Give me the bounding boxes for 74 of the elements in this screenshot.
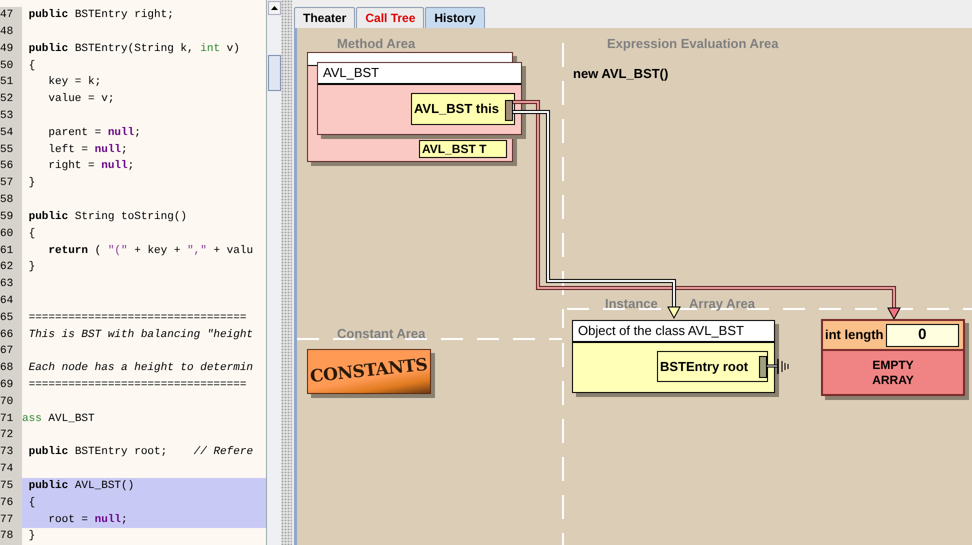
code-line: return ( "(" + key + "," + valu xyxy=(47,244,254,259)
code-line: public String toString() xyxy=(28,210,188,225)
line-number: 58 xyxy=(0,192,22,209)
code-line: Each node has a height to determin xyxy=(28,361,254,376)
code-line: value = v; xyxy=(47,92,116,108)
code-line: ================================= xyxy=(28,310,248,326)
tab[interactable]: History xyxy=(425,7,485,28)
code-line: parent = null; xyxy=(47,126,142,141)
code-line: { xyxy=(28,58,36,74)
line-number: 75 xyxy=(0,478,22,495)
line-number: 71 xyxy=(0,410,22,428)
scrollbar[interactable] xyxy=(266,0,281,545)
scroll-thumb[interactable] xyxy=(268,55,280,91)
line-number: 61 xyxy=(0,242,22,260)
code-line: ass AVL_BST xyxy=(22,412,96,427)
reference-port-icon xyxy=(759,356,767,378)
line-number: 78 xyxy=(0,528,22,545)
reference-port-icon xyxy=(505,100,513,121)
array-note: EMPTY ARRAY xyxy=(871,356,915,388)
line-number: 57 xyxy=(0,175,22,192)
field-box: BSTEntry root xyxy=(657,351,768,382)
line-number: 74 xyxy=(0,460,22,478)
code-line: left = null; xyxy=(47,142,129,158)
area-title: Constant Area xyxy=(337,325,426,343)
line-number: 64 xyxy=(0,292,22,310)
line-number: 67 xyxy=(0,343,22,360)
frame-title: AVL_BST xyxy=(318,63,521,85)
code-line: right = null; xyxy=(47,159,136,174)
area-title: Array Area xyxy=(689,295,756,313)
line-number: 70 xyxy=(0,394,22,410)
line-number: 73 xyxy=(0,444,22,461)
line-number: 66 xyxy=(0,326,22,344)
length-value: 0 xyxy=(886,324,959,346)
line-number: 56 xyxy=(0,158,22,176)
line-number: 68 xyxy=(0,360,22,377)
code-line: public BSTEntry root; // Refere xyxy=(28,445,254,460)
line-number: 60 xyxy=(0,226,22,242)
line-number: 52 xyxy=(0,91,22,108)
code-line: key = k; xyxy=(47,75,102,90)
line-number: 72 xyxy=(0,427,22,444)
line-number: 49 xyxy=(0,40,22,58)
line-number: 48 xyxy=(0,24,22,41)
line-number: 63 xyxy=(0,276,22,293)
line-number: 62 xyxy=(0,259,22,276)
line-number: 69 xyxy=(0,376,22,394)
area-title: Expression Evaluation Area xyxy=(607,35,778,53)
line-number: 76 xyxy=(0,494,22,512)
line-number: 55 xyxy=(0,142,22,158)
area-title: Method Area xyxy=(337,35,416,53)
code-line: } xyxy=(28,529,36,544)
line-number: 65 xyxy=(0,310,22,326)
line-number: 77 xyxy=(0,511,22,528)
line-number: 51 xyxy=(0,74,22,92)
line-number: 53 xyxy=(0,108,22,125)
code-line: } xyxy=(28,176,36,192)
code-line: This is BST with balancing "height xyxy=(28,328,254,343)
tab[interactable]: Theater xyxy=(294,7,356,28)
expression-text: new AVL_BST() xyxy=(573,65,668,83)
line-number: 47 xyxy=(0,7,22,24)
code-line: } xyxy=(28,260,36,276)
variable-box: AVL_BST this xyxy=(411,93,515,125)
code-line: public BSTEntry(String k, int v) xyxy=(28,42,241,57)
code-line: public BSTEntry right; xyxy=(28,8,175,24)
code-line: { xyxy=(28,226,36,242)
scroll-up-icon[interactable] xyxy=(268,1,280,15)
code-line: ================================= xyxy=(28,378,248,394)
line-number: 59 xyxy=(0,208,22,226)
object-title: Object of the class AVL_BST xyxy=(573,321,774,343)
area-title: Instance xyxy=(605,295,658,313)
line-number: 50 xyxy=(0,57,22,74)
line-number: 54 xyxy=(0,124,22,142)
tab[interactable]: Call Tree xyxy=(356,7,424,28)
length-label: int length xyxy=(825,326,884,344)
variable-box: AVL_BST T xyxy=(419,140,507,158)
